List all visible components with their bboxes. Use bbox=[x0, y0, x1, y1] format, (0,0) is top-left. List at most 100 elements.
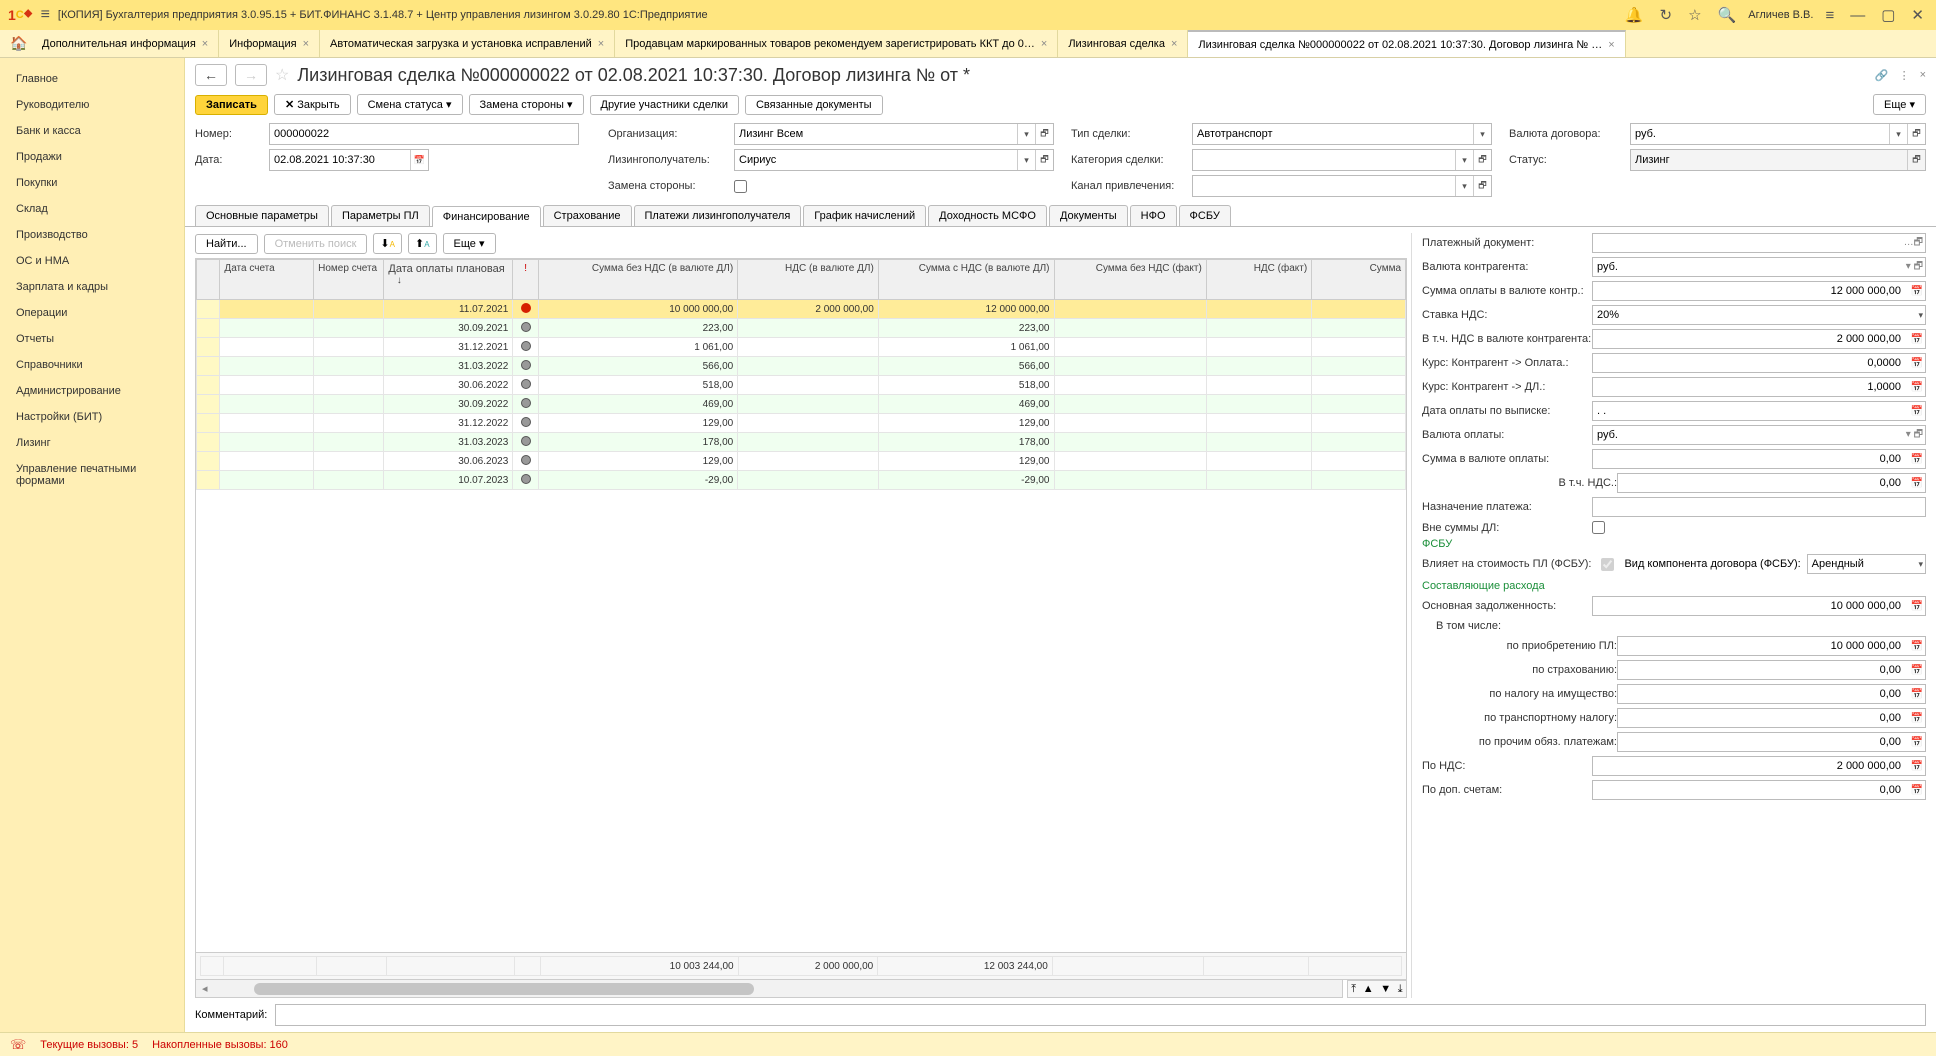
side-sales[interactable]: Продажи bbox=[0, 144, 184, 170]
byother-input[interactable]: 0,00📅 bbox=[1617, 732, 1926, 752]
forward-button[interactable]: → bbox=[235, 64, 267, 86]
linked-docs-button[interactable]: Связанные документы bbox=[745, 95, 883, 115]
cancel-find-button[interactable]: Отменить поиск bbox=[264, 234, 368, 254]
close-icon[interactable]: × bbox=[598, 38, 604, 50]
close-icon[interactable]: × bbox=[303, 38, 309, 50]
org-input[interactable]: Лизинг Всем▾🗗 bbox=[734, 123, 1054, 145]
side-refs[interactable]: Справочники bbox=[0, 352, 184, 378]
status-button[interactable]: Смена статуса ▾ bbox=[357, 94, 463, 115]
find-button[interactable]: Найти... bbox=[195, 234, 258, 254]
table-row[interactable]: 30.09.2022469,00469,00 bbox=[197, 395, 1406, 414]
out-checkbox[interactable] bbox=[1592, 521, 1605, 534]
side-prod[interactable]: Производство bbox=[0, 222, 184, 248]
rate2-input[interactable]: 1,0000📅 bbox=[1592, 377, 1926, 397]
minimize-icon[interactable]: — bbox=[1846, 7, 1869, 24]
home-tab[interactable]: 🏠 bbox=[6, 30, 32, 57]
table-row[interactable]: 31.03.2022566,00566,00 bbox=[197, 357, 1406, 376]
purpose-input[interactable] bbox=[1592, 497, 1926, 517]
sumca-input[interactable]: 12 000 000,00📅 bbox=[1592, 281, 1926, 301]
back-button[interactable]: ← bbox=[195, 64, 227, 86]
date-input[interactable]: 02.08.2021 10:37:30📅 bbox=[269, 149, 429, 171]
dealtype-input[interactable]: Автотранспорт▾ bbox=[1192, 123, 1492, 145]
payvat-input[interactable]: 0,00📅 bbox=[1617, 473, 1926, 493]
hscrollbar[interactable]: ◂ bbox=[195, 980, 1343, 998]
tab-1[interactable]: Информация× bbox=[219, 30, 320, 57]
main-input[interactable]: 10 000 000,00📅 bbox=[1592, 596, 1926, 616]
paycurr-input[interactable]: руб.▾ 🗗 bbox=[1592, 425, 1926, 445]
cacurr-input[interactable]: руб.▾ 🗗 bbox=[1592, 257, 1926, 277]
side-bit[interactable]: Настройки (БИТ) bbox=[0, 404, 184, 430]
menu-dots-icon[interactable]: ⋮ bbox=[1899, 69, 1910, 82]
dtab-4[interactable]: Платежи лизингополучателя bbox=[634, 205, 802, 226]
channel-input[interactable]: ▾🗗 bbox=[1192, 175, 1492, 197]
close-icon[interactable]: × bbox=[1171, 38, 1177, 50]
menu-icon[interactable]: ≡ bbox=[41, 6, 50, 24]
close-icon[interactable]: × bbox=[1041, 38, 1047, 50]
dtab-8[interactable]: НФО bbox=[1130, 205, 1177, 226]
close-icon[interactable]: × bbox=[1608, 39, 1614, 51]
close-icon[interactable]: × bbox=[202, 38, 208, 50]
byacq-input[interactable]: 10 000 000,00📅 bbox=[1617, 636, 1926, 656]
repl-checkbox[interactable] bbox=[734, 180, 747, 193]
tab-3[interactable]: Продавцам маркированных товаров рекоменд… bbox=[615, 30, 1058, 57]
dtab-6[interactable]: Доходность МСФО bbox=[928, 205, 1047, 226]
dtab-1[interactable]: Параметры ПЛ bbox=[331, 205, 430, 226]
close-icon[interactable]: ✕ bbox=[1907, 6, 1928, 24]
fav-icon[interactable]: ☆ bbox=[275, 65, 289, 85]
dtab-7[interactable]: Документы bbox=[1049, 205, 1128, 226]
table-row[interactable]: 30.06.2022518,00518,00 bbox=[197, 376, 1406, 395]
tab-2[interactable]: Автоматическая загрузка и установка испр… bbox=[320, 30, 615, 57]
dtab-9[interactable]: ФСБУ bbox=[1179, 205, 1231, 226]
paydoc-input[interactable]: …🗗 bbox=[1592, 233, 1926, 253]
star-icon[interactable]: ☆ bbox=[1684, 6, 1705, 24]
side-ops[interactable]: Операции bbox=[0, 300, 184, 326]
dtab-0[interactable]: Основные параметры bbox=[195, 205, 329, 226]
dtab-5[interactable]: График начислений bbox=[803, 205, 926, 226]
side-admin[interactable]: Администрирование bbox=[0, 378, 184, 404]
replace-side-button[interactable]: Замена стороны ▾ bbox=[469, 94, 584, 115]
maximize-icon[interactable]: ▢ bbox=[1877, 6, 1899, 24]
side-buy[interactable]: Покупки bbox=[0, 170, 184, 196]
number-input[interactable]: 000000022 bbox=[269, 123, 579, 145]
grid-nav[interactable]: ⤒▲▼⤓ bbox=[1347, 980, 1407, 998]
table-row[interactable]: 11.07.202110 000 000,002 000 000,0012 00… bbox=[197, 300, 1406, 319]
side-hr[interactable]: Зарплата и кадры bbox=[0, 274, 184, 300]
tab-0[interactable]: Дополнительная информация× bbox=[32, 30, 219, 57]
byadd-input[interactable]: 0,00📅 bbox=[1592, 780, 1926, 800]
table-row[interactable]: 31.12.20211 061,001 061,00 bbox=[197, 338, 1406, 357]
participants-button[interactable]: Другие участники сделки bbox=[590, 95, 739, 115]
side-reports[interactable]: Отчеты bbox=[0, 326, 184, 352]
sort-asc-icon[interactable]: ⬇A bbox=[373, 233, 402, 254]
vatca-input[interactable]: 2 000 000,00📅 bbox=[1592, 329, 1926, 349]
search-icon[interactable]: 🔍 bbox=[1714, 6, 1741, 24]
bytrans-input[interactable]: 0,00📅 bbox=[1617, 708, 1926, 728]
tab-4[interactable]: Лизинговая сделка× bbox=[1058, 30, 1188, 57]
side-leasing[interactable]: Лизинг bbox=[0, 430, 184, 456]
curr-input[interactable]: руб.▾🗗 bbox=[1630, 123, 1926, 145]
history-icon[interactable]: ↻ bbox=[1656, 6, 1677, 24]
paysum-input[interactable]: 0,00📅 bbox=[1592, 449, 1926, 469]
rate1-input[interactable]: 0,0000📅 bbox=[1592, 353, 1926, 373]
bankdate-input[interactable]: . .📅 bbox=[1592, 401, 1926, 421]
byins-input[interactable]: 0,00📅 bbox=[1617, 660, 1926, 680]
table-row[interactable]: 30.09.2021223,00223,00 bbox=[197, 319, 1406, 338]
more-button[interactable]: Еще ▾ bbox=[1873, 94, 1926, 115]
write-button[interactable]: Записать bbox=[195, 95, 268, 115]
byptax-input[interactable]: 0,00📅 bbox=[1617, 684, 1926, 704]
dealcat-input[interactable]: ▾🗗 bbox=[1192, 149, 1492, 171]
side-manager[interactable]: Руководителю bbox=[0, 92, 184, 118]
sort-desc-icon[interactable]: ⬆A bbox=[408, 233, 437, 254]
finance-grid[interactable]: Дата счета Номер счета Дата оплаты плано… bbox=[196, 259, 1406, 490]
side-stock[interactable]: Склад bbox=[0, 196, 184, 222]
lessee-input[interactable]: Сириус▾🗗 bbox=[734, 149, 1054, 171]
byvat-input[interactable]: 2 000 000,00📅 bbox=[1592, 756, 1926, 776]
menu2-icon[interactable]: ≡ bbox=[1821, 7, 1838, 24]
table-row[interactable]: 31.12.2022129,00129,00 bbox=[197, 414, 1406, 433]
close-page-icon[interactable]: × bbox=[1920, 69, 1926, 82]
table-row[interactable]: 10.07.2023-29,00-29,00 bbox=[197, 471, 1406, 490]
compkind-input[interactable]: Арендный▾ bbox=[1807, 554, 1926, 574]
grid-more-button[interactable]: Еще ▾ bbox=[443, 233, 496, 254]
bell-icon[interactable]: 🔔 bbox=[1621, 6, 1648, 24]
table-row[interactable]: 31.03.2023178,00178,00 bbox=[197, 433, 1406, 452]
dtab-3[interactable]: Страхование bbox=[543, 205, 632, 226]
